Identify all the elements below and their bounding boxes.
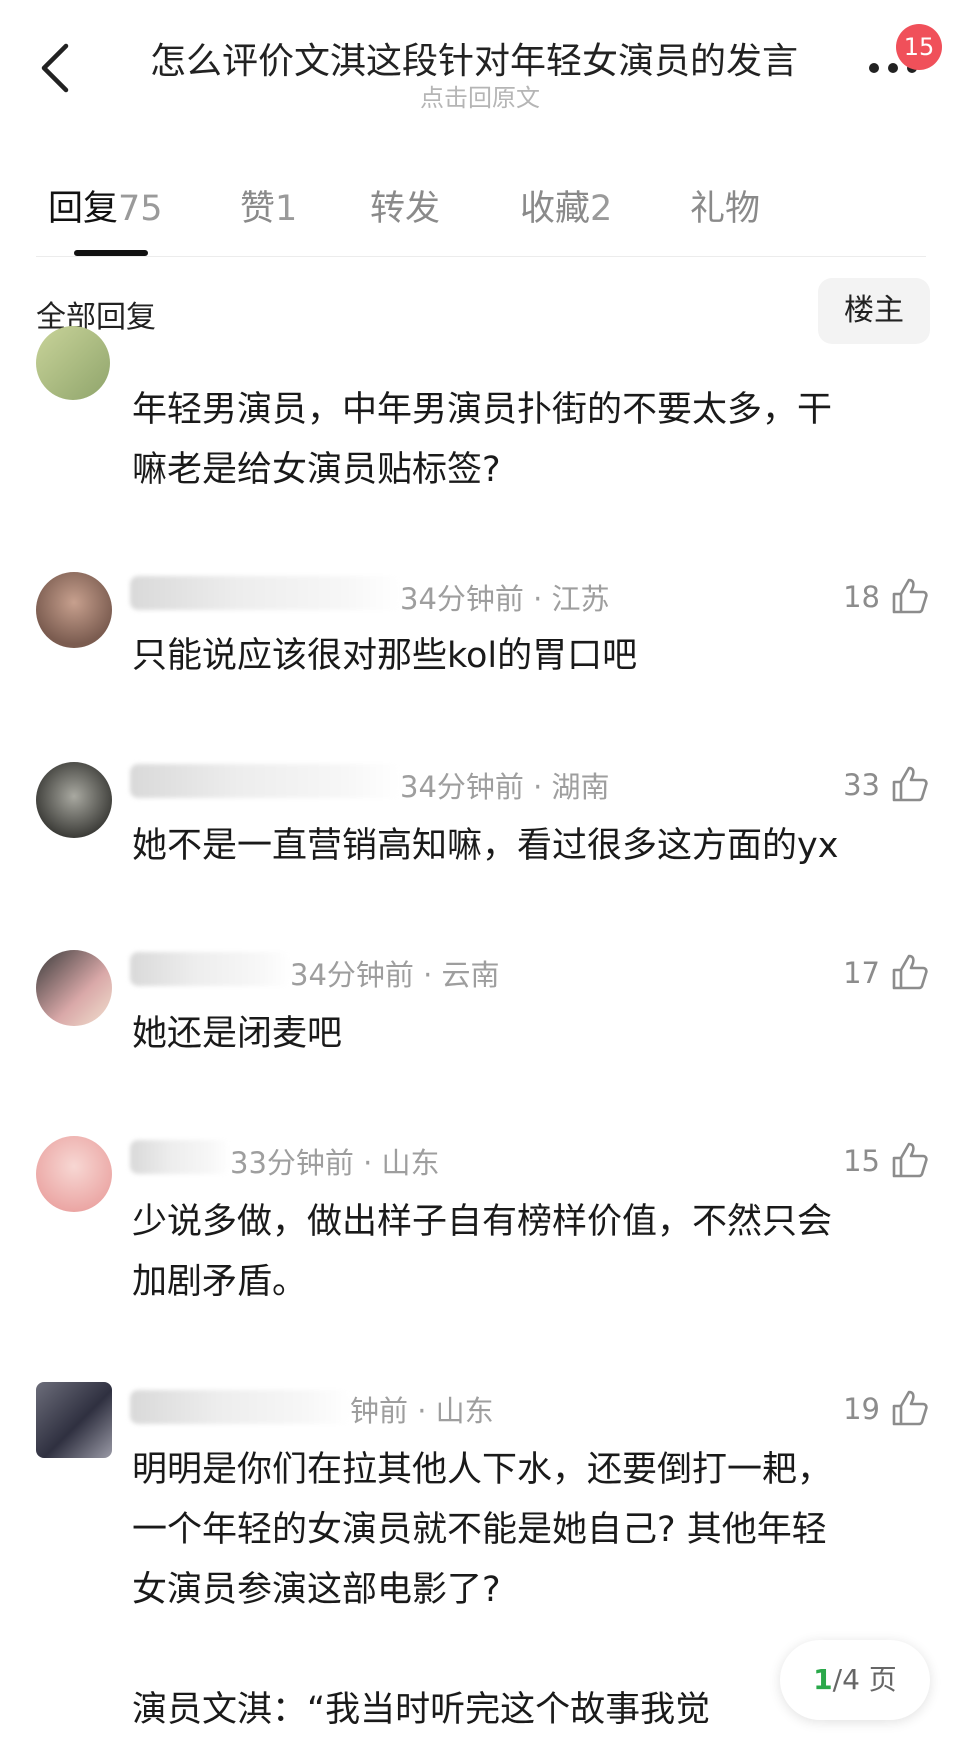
comment-content: 只能说应该很对那些kol的胃口吧 (132, 626, 932, 686)
comment-meta: 34分钟前 · 湖南 (400, 770, 610, 804)
tab-gifts[interactable]: 礼物 (690, 180, 760, 231)
tab-gifts-label: 礼物 (690, 189, 761, 229)
avatar[interactable] (36, 762, 112, 838)
avatar[interactable] (36, 326, 110, 400)
back-to-original-link[interactable]: 点击回原文 (330, 78, 630, 113)
back-arrow-icon[interactable] (36, 40, 76, 96)
like-count: 18 (843, 580, 880, 614)
comment-line: 加剧矛盾。 (132, 1262, 308, 1302)
comment-line: 她不是一直营销高知嘛，看过很多这方面的yx (132, 826, 839, 866)
notification-badge: 15 (896, 24, 942, 70)
comment-content: 她还是闭麦吧 (132, 1004, 932, 1064)
comment-line: 只能说应该很对那些kol的胃口吧 (132, 636, 638, 676)
total-pages: /4 页 (832, 1663, 897, 1696)
comment-line: 她还是闭麦吧 (132, 1014, 343, 1054)
tab-likes-label: 赞 (240, 189, 276, 229)
thumbs-up-icon[interactable] (890, 1140, 930, 1180)
avatar[interactable] (36, 572, 112, 648)
like-count: 17 (843, 956, 880, 990)
username-blurred[interactable] (130, 764, 400, 798)
thumbs-up-icon[interactable] (890, 576, 930, 616)
username-blurred[interactable] (130, 1140, 230, 1174)
avatar[interactable] (36, 1136, 112, 1212)
tab-replies-count: 75 (118, 189, 163, 229)
tab-likes[interactable]: 赞1 (240, 180, 297, 231)
thumbs-up-icon[interactable] (890, 952, 930, 992)
like-count: 19 (843, 1392, 880, 1426)
tab-reposts-label: 转发 (370, 189, 441, 229)
username-blurred[interactable] (130, 952, 290, 986)
current-page: 1 (813, 1663, 833, 1696)
tab-replies-label: 回复 (48, 189, 119, 229)
owner-only-button[interactable]: 楼主 (818, 278, 930, 344)
tab-likes-count: 1 (275, 189, 298, 229)
tab-replies[interactable]: 回复75 (48, 180, 163, 231)
username-blurred[interactable] (130, 576, 400, 610)
tab-favorites-label: 收藏 (520, 189, 591, 229)
tab-favorites[interactable]: 收藏2 (520, 180, 612, 231)
comment-line: 明明是你们在拉其他人下水，还要倒打一耙， (132, 1450, 833, 1490)
username-blurred[interactable] (130, 1390, 350, 1424)
tabs-divider (36, 256, 926, 257)
comment-meta: 34分钟前 · 云南 (290, 958, 500, 992)
comment-content: 少说多做，做出样子自有榜样价值，不然只会 加剧矛盾。 (132, 1192, 932, 1312)
like-count: 15 (843, 1144, 880, 1178)
tab-reposts[interactable]: 转发 (370, 180, 440, 231)
avatar[interactable] (36, 950, 112, 1026)
comment-line: 年轻男演员，中年男演员扑街的不要太多，干 (132, 390, 833, 430)
page-indicator[interactable]: 1/4 页 (780, 1640, 930, 1720)
thumbs-up-icon[interactable] (890, 764, 930, 804)
comment-line: 嘛老是给女演员贴标签? (132, 450, 501, 490)
comment-line: 一个年轻的女演员就不能是她自己? 其他年轻 (132, 1510, 827, 1550)
comment-meta: 34分钟前 · 江苏 (400, 582, 610, 616)
all-replies-label: 全部回复 (36, 300, 156, 335)
comment-meta: 钟前 · 山东 (350, 1394, 494, 1428)
comment-line: 女演员参演这部电影了? (132, 1570, 501, 1610)
avatar[interactable] (36, 1382, 112, 1458)
tab-favorites-count: 2 (590, 189, 613, 229)
comment-content: 年轻男演员，中年男演员扑街的不要太多，干 嘛老是给女演员贴标签? (132, 380, 932, 500)
like-count: 33 (843, 768, 880, 802)
comment-meta: 33分钟前 · 山东 (230, 1146, 440, 1180)
comment-content: 她不是一直营销高知嘛，看过很多这方面的yx (132, 816, 932, 876)
thumbs-up-icon[interactable] (890, 1388, 930, 1428)
page-title: 怎么评价文淇这段针对年轻女演员的发言 (150, 41, 799, 82)
comment-line: 少说多做，做出样子自有榜样价值，不然只会 (132, 1202, 833, 1242)
